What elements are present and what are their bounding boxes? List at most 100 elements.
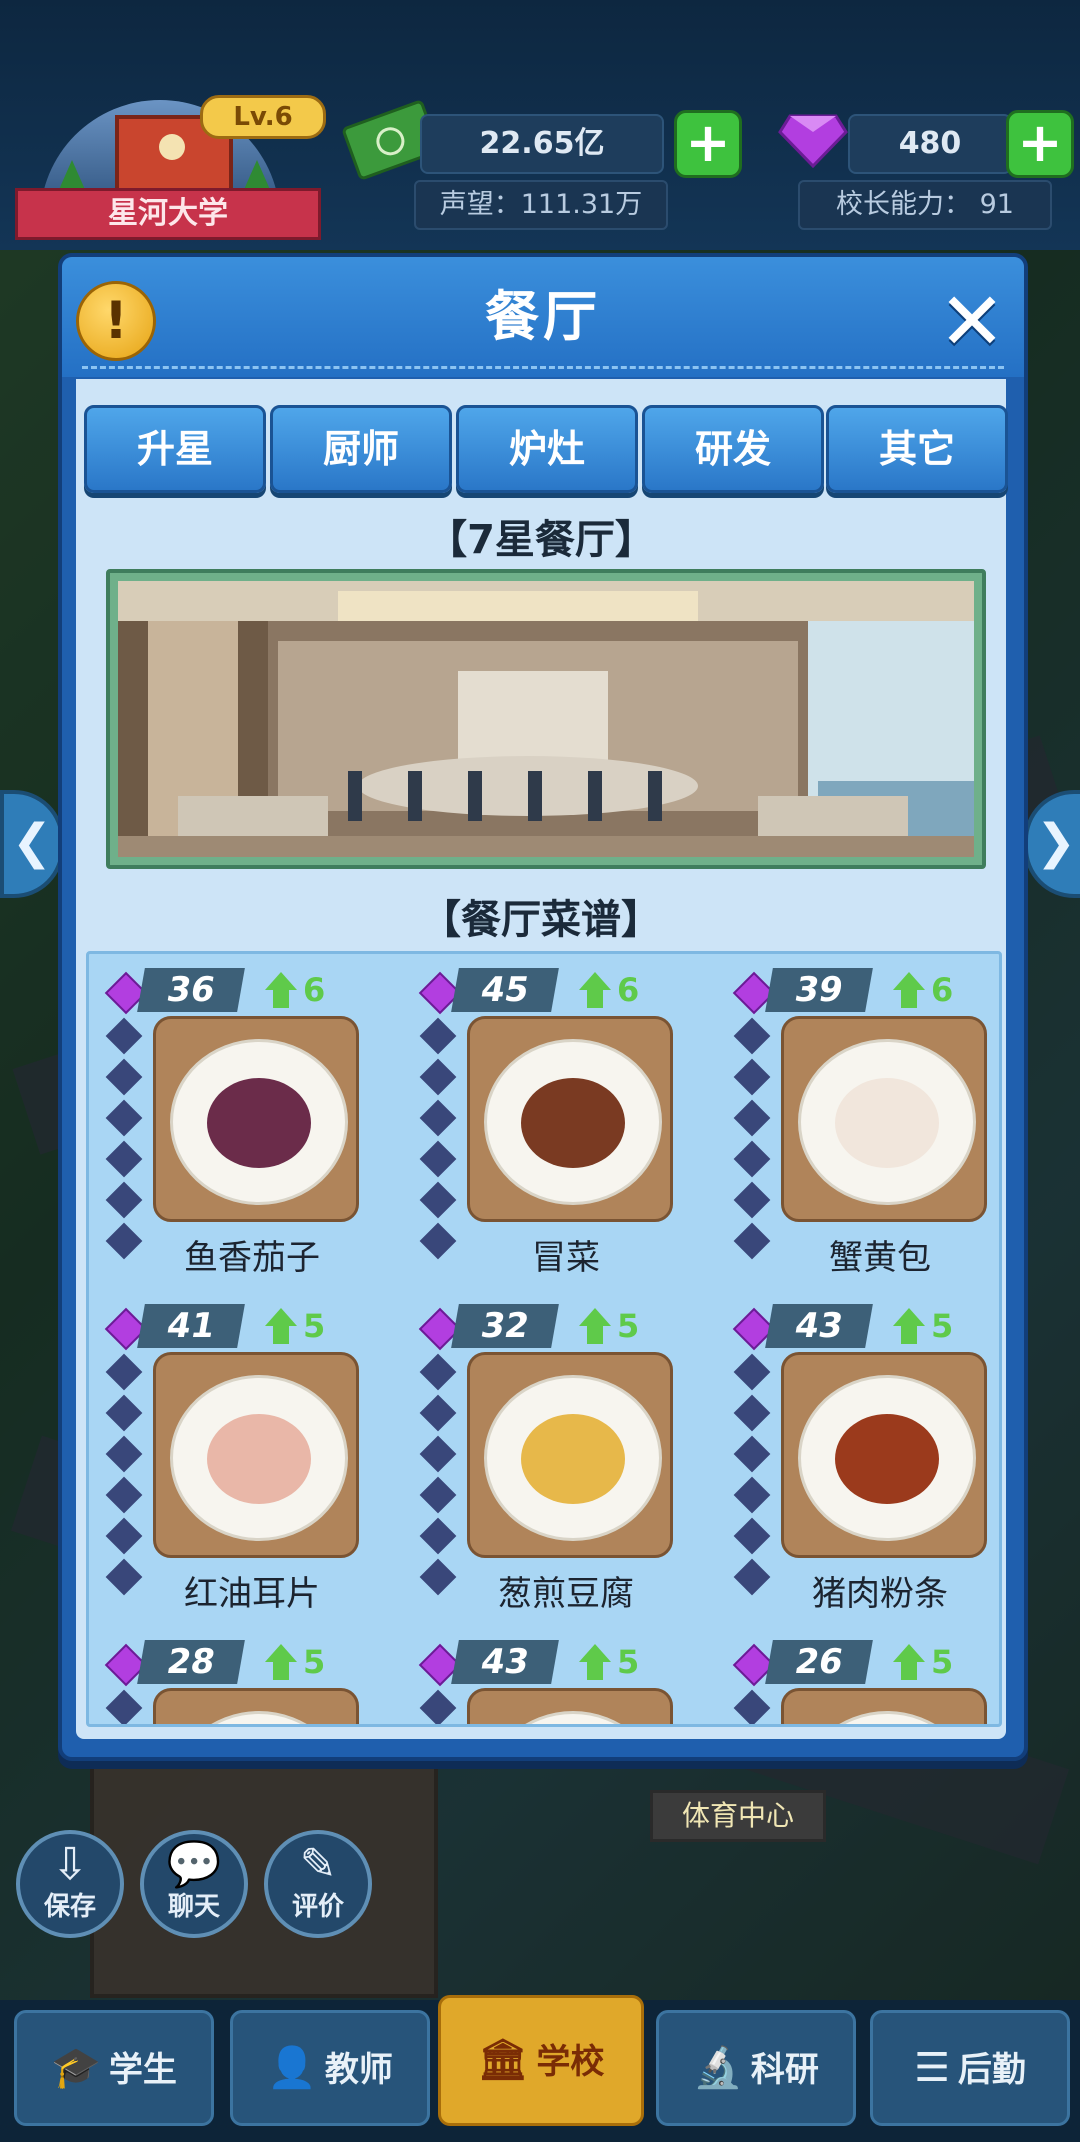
recipe-card[interactable]: 43 5 猪肉粉条 — [725, 1304, 999, 1634]
dish-image[interactable] — [467, 1352, 673, 1558]
empty-pip-icon — [419, 1353, 457, 1391]
plate-icon — [798, 1039, 976, 1205]
recipe-level: 43 — [765, 1304, 873, 1348]
empty-pip-icon — [419, 1099, 457, 1137]
tab-school[interactable]: 🏛 学校 — [438, 1995, 644, 2126]
empty-pip-icon — [419, 1435, 457, 1473]
dish-image[interactable] — [781, 1352, 987, 1558]
chevron-right-icon: ❯ — [1035, 814, 1077, 870]
gem-icon — [778, 114, 848, 168]
alert-button[interactable]: ! — [76, 281, 156, 361]
chevron-left-icon: ❮ — [11, 814, 53, 870]
level-up-arrow-icon — [579, 972, 611, 1008]
empty-pip-icon — [419, 1394, 457, 1432]
plate-icon — [170, 1375, 348, 1541]
chat-button[interactable]: 💬 聊天 — [140, 1830, 248, 1938]
empty-pip-icon — [105, 1017, 143, 1055]
food-icon — [521, 1078, 625, 1168]
dish-image[interactable] — [153, 1352, 359, 1558]
menu-section-title: 【餐厅菜谱】 — [421, 897, 661, 943]
dish-name: 冒菜 — [532, 1238, 600, 1278]
dish-image[interactable] — [467, 1688, 673, 1724]
star-pips — [418, 1307, 462, 1605]
empty-pip-icon — [105, 1140, 143, 1178]
star-pips — [732, 1643, 776, 1724]
tab-research-dish[interactable]: 研发 — [642, 405, 824, 493]
plate-icon — [170, 1039, 348, 1205]
tab-teachers[interactable]: 👤 教师 — [230, 2010, 430, 2126]
recipe-card[interactable]: 43 5 — [411, 1640, 711, 1724]
star-pips — [104, 1643, 148, 1724]
empty-pip-icon — [419, 1017, 457, 1055]
dialog-body: 升星 厨师 炉灶 研发 其它 【7星餐厅】 【餐厅菜谱】 36 6 鱼香茄子 4… — [76, 379, 1008, 1739]
dish-image[interactable] — [153, 1688, 359, 1724]
level-up-arrow-icon — [579, 1644, 611, 1680]
food-icon — [521, 1414, 625, 1504]
recipe-card[interactable]: 36 6 鱼香茄子 — [97, 968, 397, 1298]
tab-other[interactable]: 其它 — [826, 405, 1008, 493]
level-up-arrow-icon — [579, 1308, 611, 1344]
tab-students[interactable]: 🎓 学生 — [14, 2010, 214, 2126]
edit-icon: ✎ — [299, 1839, 337, 1890]
dish-name: 葱煎豆腐 — [498, 1574, 634, 1614]
recipe-upgrade-value: 5 — [617, 1643, 640, 1681]
recipe-level: 28 — [137, 1640, 245, 1684]
tab-logistics[interactable]: ☰ 后勤 — [870, 2010, 1070, 2126]
recipe-level: 32 — [451, 1304, 559, 1348]
dish-image[interactable] — [781, 1688, 987, 1724]
recipe-card[interactable]: 26 5 — [725, 1640, 999, 1724]
add-money-button[interactable]: + — [674, 110, 742, 178]
recipe-card[interactable]: 41 5 红油耳片 — [97, 1304, 397, 1634]
empty-pip-icon — [105, 1689, 143, 1724]
recipe-level: 39 — [765, 968, 873, 1012]
tab-chef[interactable]: 厨师 — [270, 405, 452, 493]
empty-pip-icon — [419, 1058, 457, 1096]
plate-icon — [170, 1711, 348, 1724]
recipe-card[interactable]: 32 5 葱煎豆腐 — [411, 1304, 711, 1634]
dish-name: 鱼香茄子 — [184, 1238, 320, 1278]
sports-center-label[interactable]: 体育中心 — [650, 1790, 826, 1842]
add-gems-button[interactable]: + — [1006, 110, 1074, 178]
empty-pip-icon — [419, 1689, 457, 1724]
dish-image[interactable] — [153, 1016, 359, 1222]
teacher-icon: 👤 — [267, 2045, 317, 2091]
empty-pip-icon — [105, 1099, 143, 1137]
empty-pip-icon — [419, 1140, 457, 1178]
plate-icon — [484, 1375, 662, 1541]
recipe-level: 36 — [137, 968, 245, 1012]
empty-pip-icon — [733, 1435, 771, 1473]
recipe-upgrade-value: 6 — [617, 971, 640, 1009]
restaurant-dialog: 餐厅 ! ✕ 升星 厨师 炉灶 研发 其它 【7星餐厅】 【餐厅菜谱】 36 6… — [58, 253, 1028, 1761]
close-icon: ✕ — [938, 275, 1006, 368]
review-button[interactable]: ✎ 评价 — [264, 1830, 372, 1938]
tab-research[interactable]: 🔬 科研 — [656, 2010, 856, 2126]
empty-pip-icon — [733, 1099, 771, 1137]
dialog-title: 餐厅 — [485, 285, 601, 348]
dish-image[interactable] — [467, 1016, 673, 1222]
empty-pip-icon — [733, 1181, 771, 1219]
empty-pip-icon — [105, 1476, 143, 1514]
empty-pip-icon — [733, 1476, 771, 1514]
star-pips — [104, 971, 148, 1269]
recipe-level: 26 — [765, 1640, 873, 1684]
dish-image[interactable] — [781, 1016, 987, 1222]
recipe-upgrade-value: 5 — [303, 1307, 326, 1345]
empty-pip-icon — [105, 1181, 143, 1219]
close-button[interactable]: ✕ — [932, 282, 1012, 362]
download-icon: ⇩ — [51, 1839, 89, 1890]
recipe-card[interactable]: 45 6 冒菜 — [411, 968, 711, 1298]
tab-stove[interactable]: 炉灶 — [456, 405, 638, 493]
empty-pip-icon — [419, 1476, 457, 1514]
recipe-upgrade-value: 5 — [303, 1643, 326, 1681]
tab-upgrade-star[interactable]: 升星 — [84, 405, 266, 493]
empty-pip-icon — [733, 1058, 771, 1096]
school-level-badge: Lv.6 — [200, 95, 326, 139]
empty-pip-icon — [733, 1140, 771, 1178]
empty-pip-icon — [733, 1689, 771, 1724]
dialog-header: 餐厅 ! ✕ — [62, 257, 1024, 377]
recipe-card[interactable]: 28 5 — [97, 1640, 397, 1724]
save-button[interactable]: ⇩ 保存 — [16, 1830, 124, 1938]
recipe-card[interactable]: 39 6 蟹黄包 — [725, 968, 999, 1298]
empty-pip-icon — [105, 1394, 143, 1432]
recipe-level: 43 — [451, 1640, 559, 1684]
